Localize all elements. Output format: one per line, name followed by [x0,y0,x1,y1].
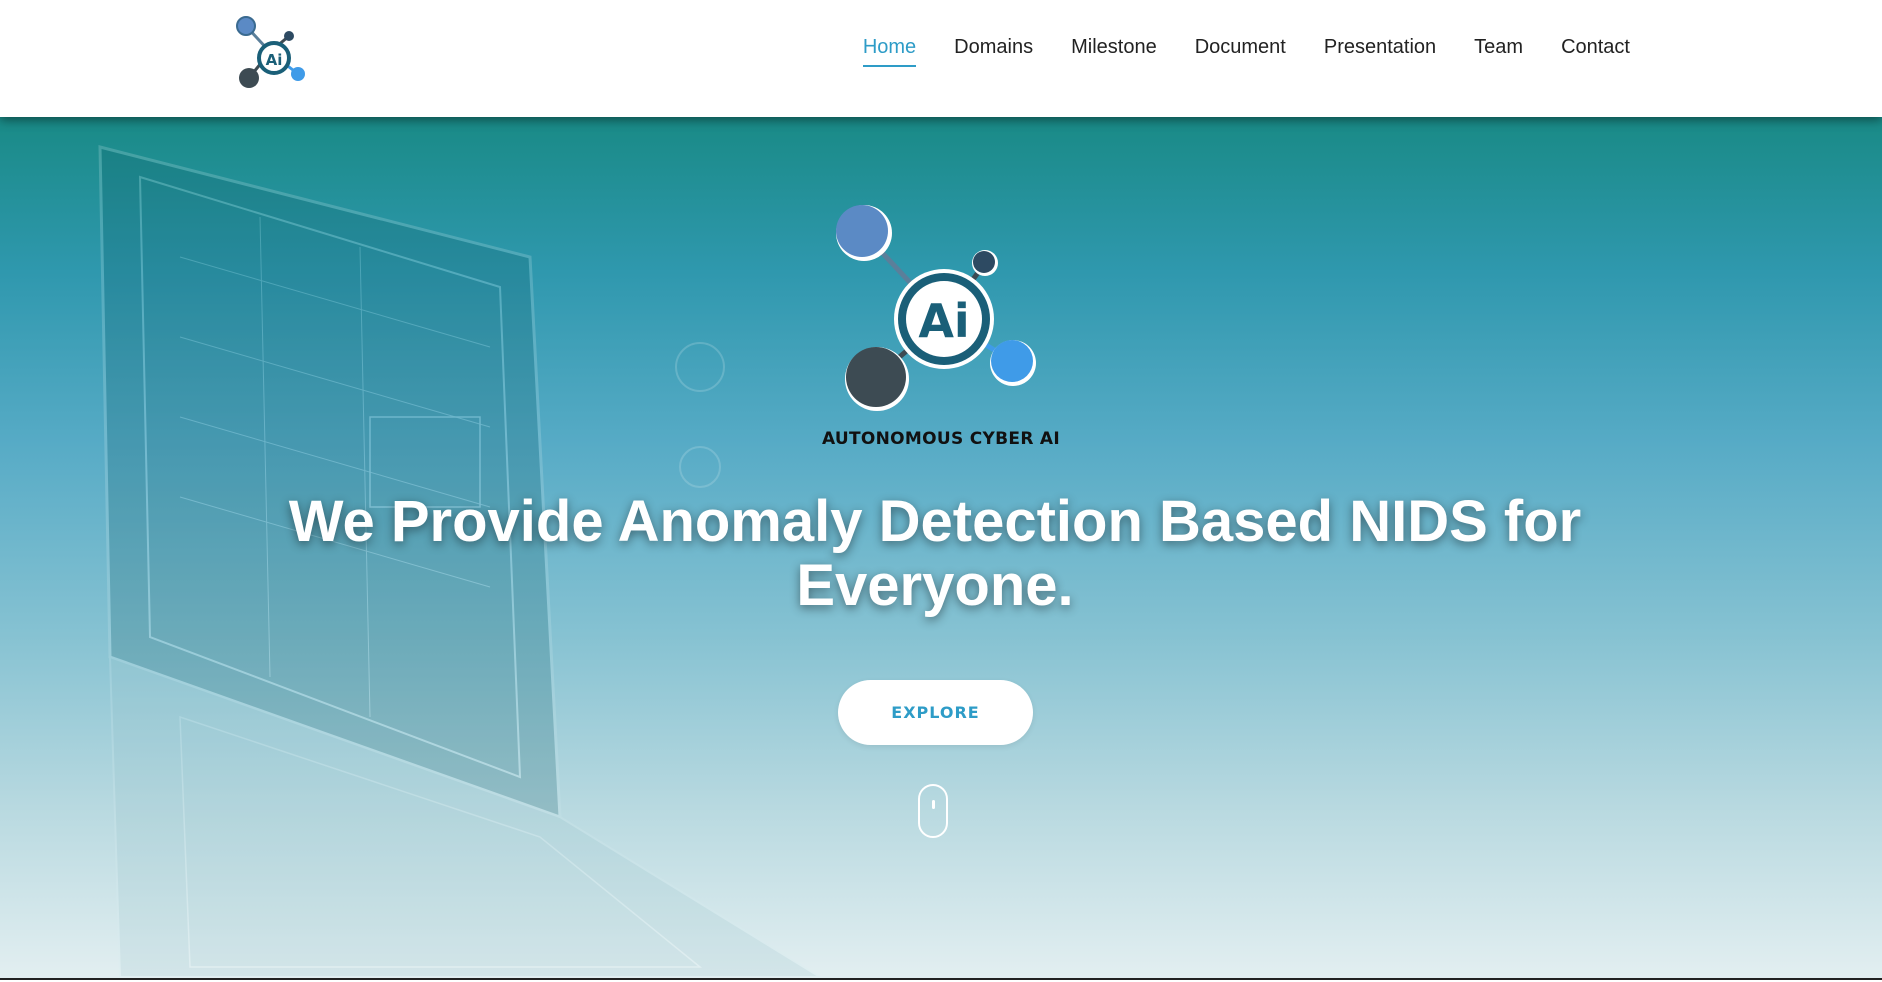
svg-text:Ai: Ai [266,51,283,69]
main-nav: Home Domains Milestone Document Presenta… [825,36,1630,67]
headline-line-1: We Provide Anomaly Detection Based NIDS … [288,489,1582,554]
nav-team[interactable]: Team [1474,36,1523,67]
ai-molecule-logo-icon: Ai [836,205,1036,411]
nav-contact[interactable]: Contact [1561,36,1630,67]
explore-button[interactable]: EXPLORE [838,680,1033,745]
nav-document[interactable]: Document [1195,36,1286,67]
hero-headline: We Provide Anomaly Detection Based NIDS … [0,490,1870,618]
nav-home[interactable]: Home [862,36,917,67]
logo-center-text: Ai [918,294,969,348]
ai-molecule-logo-icon: Ai [236,16,305,88]
section-divider [0,978,1882,980]
site-header: Ai Home Domains Milestone Document Prese… [0,0,1882,117]
nav-presentation[interactable]: Presentation [1324,36,1436,67]
nav-domains[interactable]: Domains [954,36,1033,67]
headline-line-2: Everyone. [796,553,1074,618]
hero-section: Ai AUTONOMOUS CYBER AI We Provide Anomal… [0,117,1882,980]
nav-milestone[interactable]: Milestone [1071,36,1157,67]
scroll-wheel [932,800,935,809]
mouse-scroll-icon[interactable] [918,784,948,838]
brand-name: AUTONOMOUS CYBER AI [821,429,1061,449]
header-logo[interactable]: Ai [234,14,310,96]
